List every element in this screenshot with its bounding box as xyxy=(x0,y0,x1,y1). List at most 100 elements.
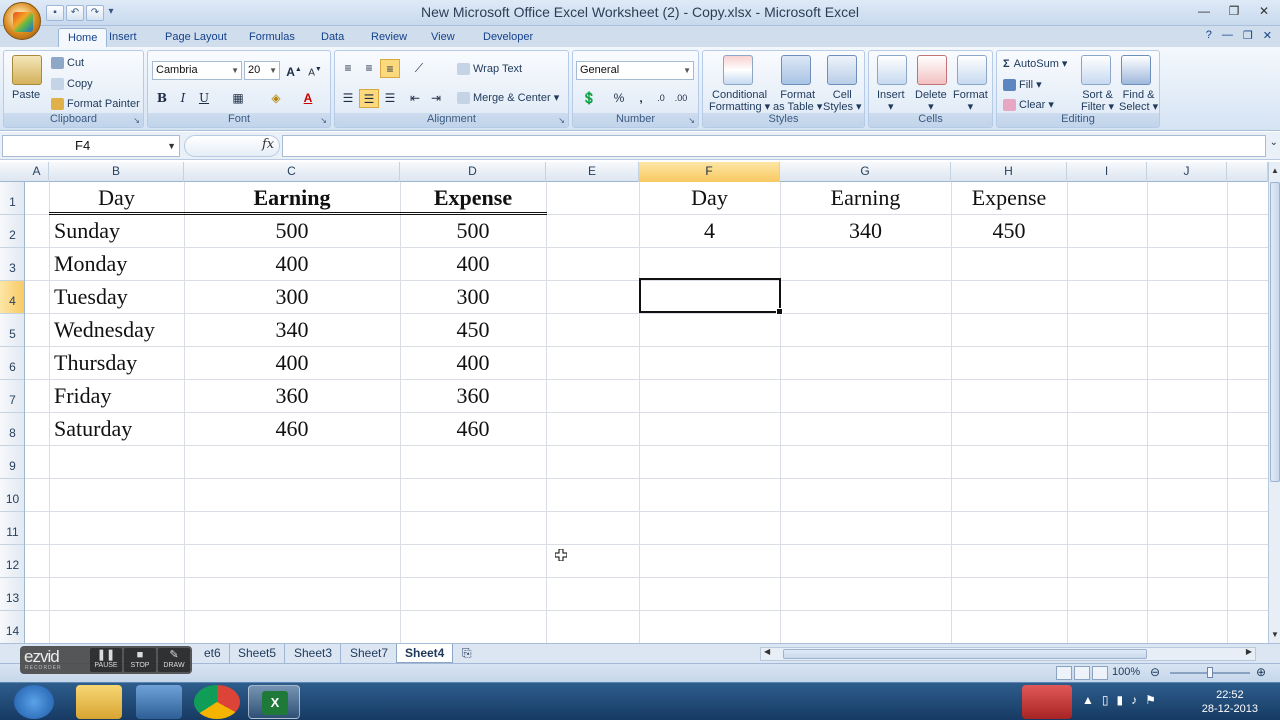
cell-b1[interactable]: Day xyxy=(49,182,184,215)
row-header-1[interactable]: 1 xyxy=(0,182,24,215)
grow-font-icon[interactable]: A▲ xyxy=(284,61,304,80)
column-header-i[interactable]: I xyxy=(1067,162,1147,182)
column-header-j[interactable]: J xyxy=(1147,162,1227,182)
bold-button[interactable]: B xyxy=(152,89,172,108)
explorer-taskbar-icon[interactable] xyxy=(76,685,122,719)
row-header-5[interactable]: 5 xyxy=(0,314,24,347)
font-size-select[interactable]: 20 ▼ xyxy=(244,61,280,80)
row-header-2[interactable]: 2 xyxy=(0,215,24,248)
cell-f2[interactable]: 4 xyxy=(639,215,780,248)
taskbar-clock[interactable]: 22:52 28-12-2013 xyxy=(1202,688,1258,716)
ezvid-stop-button[interactable]: ■ STOP xyxy=(124,648,156,672)
cell-d3[interactable]: 400 xyxy=(400,248,546,281)
ribbon-close-icon[interactable]: ✕ xyxy=(1263,29,1272,42)
undo-icon[interactable]: ↶ xyxy=(66,5,84,21)
column-header-k[interactable] xyxy=(1227,162,1268,182)
battery-icon[interactable]: ▯ xyxy=(1102,693,1109,707)
align-center-icon[interactable]: ☰ xyxy=(359,89,379,108)
cell-d4[interactable]: 300 xyxy=(400,281,546,314)
tab-data[interactable]: Data xyxy=(312,28,353,47)
insert-cells-button[interactable]: Insert ▾ xyxy=(877,89,905,113)
cell-styles-icon[interactable] xyxy=(827,55,857,85)
scroll-up-icon[interactable]: ▲ xyxy=(1271,166,1279,175)
cell-d1[interactable]: Expense xyxy=(400,182,546,215)
align-bottom-icon[interactable]: ≡ xyxy=(380,59,400,78)
cell-h1[interactable]: Expense xyxy=(951,182,1067,215)
delete-cells-icon[interactable] xyxy=(917,55,947,85)
cell-b2[interactable]: Sunday xyxy=(54,215,120,248)
insert-function-icon[interactable]: fx xyxy=(262,137,274,152)
page-layout-view-icon[interactable] xyxy=(1074,666,1090,680)
row-header-11[interactable]: 11 xyxy=(0,512,24,545)
vertical-scroll-thumb[interactable] xyxy=(1270,182,1280,482)
align-right-icon[interactable]: ☰ xyxy=(380,89,400,108)
cell-b4[interactable]: Tuesday xyxy=(54,281,128,314)
row-header-13[interactable]: 13 xyxy=(0,578,24,611)
row-header-4[interactable]: 4 xyxy=(0,281,24,314)
cell-b8[interactable]: Saturday xyxy=(54,413,132,446)
excel-taskbar-icon[interactable]: X xyxy=(248,685,300,719)
scroll-left-icon[interactable]: ◀ xyxy=(764,647,770,656)
worksheet-grid[interactable]: Day Earning Expense Sunday 500 500 Monda… xyxy=(25,182,1268,643)
cell-c2[interactable]: 500 xyxy=(184,215,400,248)
font-launcher-icon[interactable]: ↘ xyxy=(320,116,327,125)
cell-d6[interactable]: 400 xyxy=(400,347,546,380)
cell-styles-button[interactable]: Cell Styles ▾ xyxy=(823,89,862,113)
decrease-decimal-icon[interactable]: .00 xyxy=(671,89,691,108)
wrap-text-button[interactable]: Wrap Text xyxy=(457,63,522,76)
row-header-14[interactable]: 14 xyxy=(0,611,24,643)
sheet-tab-5[interactable]: Sheet5 xyxy=(230,644,286,663)
align-left-icon[interactable]: ☰ xyxy=(338,89,358,108)
orientation-icon[interactable]: ⟋ xyxy=(409,59,429,78)
tray-app-icon[interactable] xyxy=(1022,685,1072,719)
sort-filter-button[interactable]: Sort & Filter ▾ xyxy=(1081,89,1114,113)
ezvid-pause-button[interactable]: ❚❚ PAUSE xyxy=(90,648,122,672)
fill-color-icon[interactable]: ◈ xyxy=(266,89,286,108)
row-header-9[interactable]: 9 xyxy=(0,446,24,479)
tab-view[interactable]: View xyxy=(422,28,464,47)
start-button-icon[interactable] xyxy=(14,685,54,719)
paste-icon[interactable] xyxy=(12,55,42,85)
conditional-formatting-icon[interactable] xyxy=(723,55,753,85)
zoom-in-icon[interactable]: ⊕ xyxy=(1256,665,1266,679)
row-header-8[interactable]: 8 xyxy=(0,413,24,446)
zoom-slider-thumb[interactable] xyxy=(1207,667,1213,678)
column-header-a[interactable]: A xyxy=(25,162,49,182)
find-select-button[interactable]: Find & Select ▾ xyxy=(1119,89,1158,113)
cell-c3[interactable]: 400 xyxy=(184,248,400,281)
sheet-tab-4[interactable]: Sheet4 xyxy=(396,644,454,663)
align-middle-icon[interactable]: ≡ xyxy=(359,59,379,78)
expand-formula-bar-icon[interactable]: ⌄ xyxy=(1270,137,1278,148)
minimize-icon[interactable]: — xyxy=(1194,2,1214,20)
decrease-indent-icon[interactable]: ⇤ xyxy=(405,89,425,108)
conditional-formatting-button[interactable]: Conditional Formatting ▾ xyxy=(709,89,770,113)
vertical-scrollbar[interactable]: ▲ ▼ xyxy=(1268,162,1280,643)
cell-d5[interactable]: 450 xyxy=(400,314,546,347)
scroll-down-icon[interactable]: ▼ xyxy=(1271,630,1279,639)
paste-button[interactable]: Paste xyxy=(12,89,40,101)
binoculars-icon[interactable] xyxy=(1121,55,1151,85)
column-header-f[interactable]: F xyxy=(639,162,780,182)
row-header-10[interactable]: 10 xyxy=(0,479,24,512)
qat-customize-icon[interactable]: ▾ xyxy=(106,5,116,21)
currency-icon[interactable]: 💲 xyxy=(577,89,601,108)
format-cells-button[interactable]: Format ▾ xyxy=(953,89,988,113)
formula-input[interactable] xyxy=(282,135,1266,157)
cell-c5[interactable]: 340 xyxy=(184,314,400,347)
horizontal-scrollbar[interactable]: ◀ ▶ xyxy=(760,647,1256,661)
column-header-c[interactable]: C xyxy=(184,162,400,182)
cell-h2[interactable]: 450 xyxy=(951,215,1067,248)
cell-b7[interactable]: Friday xyxy=(54,380,111,413)
format-as-table-icon[interactable] xyxy=(781,55,811,85)
clear-button[interactable]: Clear ▾ xyxy=(1003,98,1054,112)
zoom-level[interactable]: 100% xyxy=(1112,666,1140,678)
row-header-12[interactable]: 12 xyxy=(0,545,24,578)
cell-b6[interactable]: Thursday xyxy=(54,347,137,380)
fill-button[interactable]: Fill ▾ xyxy=(1003,78,1042,92)
sort-filter-icon[interactable] xyxy=(1081,55,1111,85)
close-icon[interactable]: ✕ xyxy=(1254,2,1274,20)
cell-f1[interactable]: Day xyxy=(639,182,780,215)
redo-icon[interactable]: ↷ xyxy=(86,5,104,21)
cell-g2[interactable]: 340 xyxy=(780,215,951,248)
align-top-icon[interactable]: ≡ xyxy=(338,59,358,78)
